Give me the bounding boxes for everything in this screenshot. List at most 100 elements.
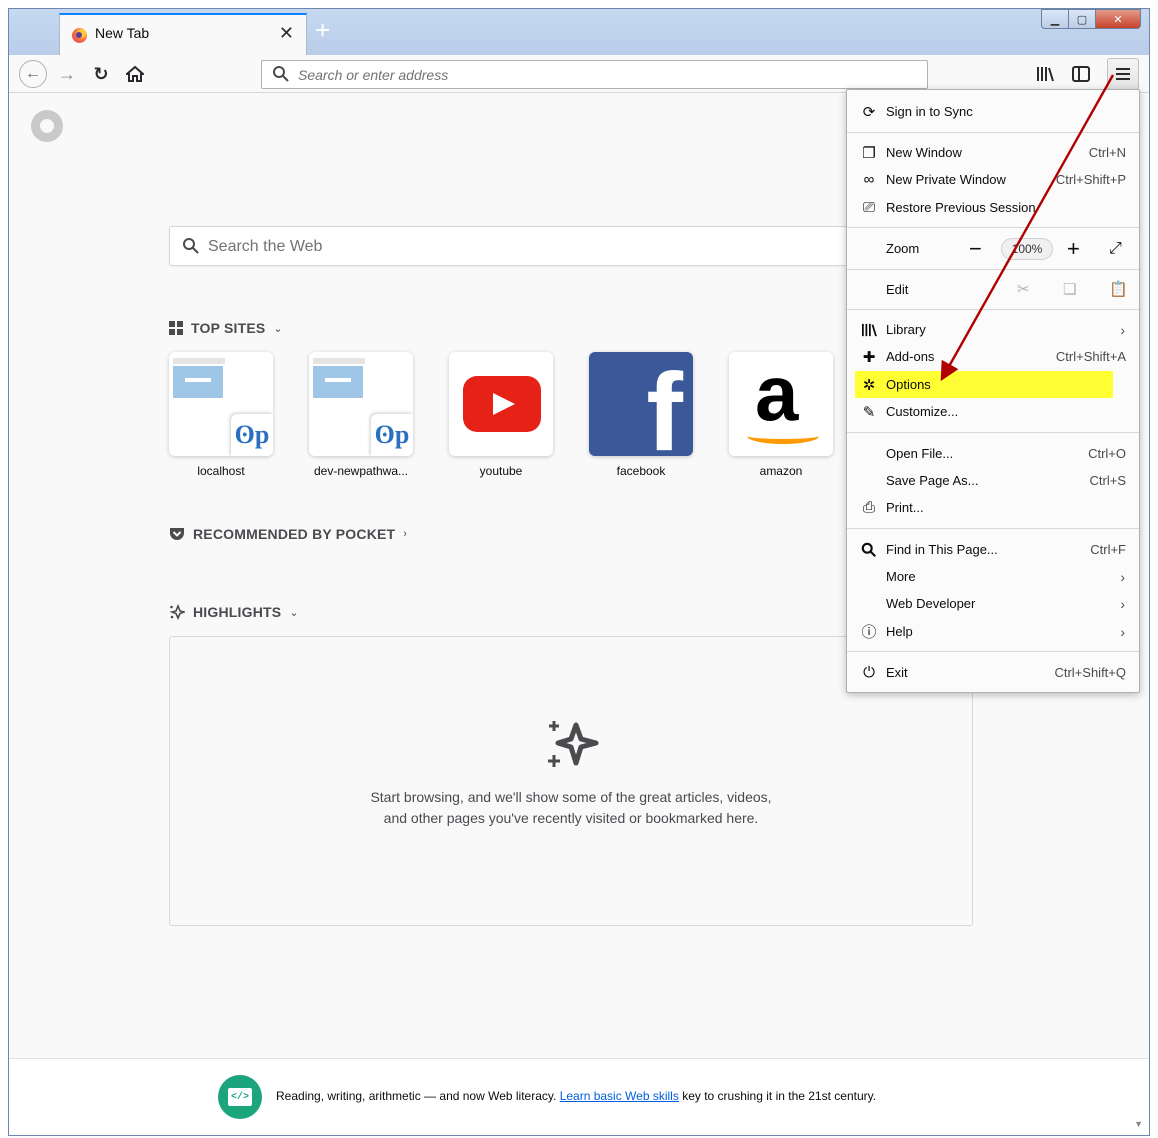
learn-web-skills-link[interactable]: Learn basic Web skills (560, 1089, 679, 1103)
open-menu-button[interactable] (1107, 58, 1139, 90)
top-site-tile[interactable]: a amazon (729, 352, 835, 478)
puzzle-piece-icon: ✚ (862, 348, 876, 366)
top-site-tile[interactable]: f facebook (589, 352, 695, 478)
facebook-logo-icon: f (589, 352, 693, 456)
top-site-label: dev-newpathwa... (313, 464, 409, 478)
menu-item-new-private-window[interactable]: ∞ New Private Window Ctrl+Shift+P (847, 166, 1139, 193)
tab-title: New Tab (95, 25, 150, 41)
navigation-toolbar: ← → ↻ (9, 55, 1149, 93)
printer-icon: ⎙ (862, 499, 875, 516)
chevron-right-icon: › (1120, 595, 1125, 612)
zoom-reset-button[interactable]: 100% (1001, 238, 1053, 260)
close-tab-icon[interactable]: ✕ (279, 23, 294, 44)
highlights-icon (169, 604, 185, 620)
menu-item-new-window[interactable]: ❐ New Window Ctrl+N (847, 139, 1139, 166)
highlights-label: HIGHLIGHTS (193, 604, 282, 620)
search-icon (273, 66, 289, 82)
menu-item-help[interactable]: ⓘ Help › (847, 618, 1139, 645)
back-button[interactable]: ← (19, 60, 47, 88)
vp-logo-icon: ʘp (231, 414, 273, 456)
top-site-tile[interactable]: ʘp dev-newpathwa... (309, 352, 415, 478)
zoom-in-button[interactable]: + (1067, 235, 1080, 262)
power-icon: ⏻ (863, 664, 875, 681)
top-site-label: facebook (616, 464, 666, 478)
tab-new-tab[interactable]: New Tab ✕ (59, 13, 307, 55)
chevron-down-icon: ⌄ (289, 606, 299, 619)
zoom-out-button[interactable]: − (969, 235, 982, 262)
library-icon (1037, 67, 1054, 82)
paintbrush-icon: ✎ (862, 403, 876, 421)
vp-logo-icon: ʘp (371, 414, 413, 456)
window-controls: ▁ ▢ ✕ (1041, 9, 1141, 29)
new-tab-button[interactable]: + (315, 15, 330, 45)
menu-separator (847, 309, 1139, 310)
app-menu-panel: ⟳ Sign in to Sync ❐ New Window Ctrl+N ∞ … (846, 89, 1140, 693)
menu-item-more[interactable]: More › (847, 563, 1139, 590)
sidebar-button[interactable] (1067, 60, 1095, 88)
top-site-tile[interactable]: ʘp localhost (169, 352, 275, 478)
forward-button[interactable]: → (53, 60, 81, 88)
copy-icon[interactable]: ❏ (1063, 280, 1076, 298)
menu-item-save-page[interactable]: Save Page As... Ctrl+S (847, 467, 1139, 494)
menu-separator (847, 269, 1139, 270)
highlights-empty-text: Start browsing, and we'll show some of t… (370, 789, 772, 826)
menu-separator (847, 227, 1139, 228)
snippet-bar: </> Reading, writing, arithmetic — and n… (9, 1058, 1149, 1135)
pocket-label: RECOMMENDED BY POCKET (193, 526, 396, 542)
chevron-down-icon: ⌄ (273, 322, 283, 335)
search-icon (859, 540, 879, 560)
web-search-input[interactable] (208, 236, 908, 258)
highlights-header[interactable]: HIGHLIGHTS ⌄ (169, 604, 299, 620)
menu-separator (847, 528, 1139, 529)
gear-icon: ✲ (862, 376, 876, 394)
menu-item-customize[interactable]: ✎ Customize... (847, 398, 1139, 425)
menu-item-open-file[interactable]: Open File... Ctrl+O (847, 440, 1139, 467)
chevron-right-icon: › (1120, 321, 1125, 338)
menu-item-find[interactable]: Find in This Page... Ctrl+F (847, 536, 1139, 563)
menu-item-print[interactable]: ⎙ Print... (847, 494, 1139, 521)
firefox-logo-icon (31, 110, 63, 142)
address-bar[interactable] (261, 60, 928, 89)
pocket-header[interactable]: RECOMMENDED BY POCKET › (169, 526, 407, 542)
menu-item-options[interactable]: ✲ Options (847, 371, 1139, 398)
maximize-button[interactable]: ▢ (1068, 9, 1096, 29)
menu-item-restore-session[interactable]: ⎚ Restore Previous Session (847, 194, 1139, 221)
menu-item-exit[interactable]: ⏻ Exit Ctrl+Shift+Q (847, 659, 1139, 686)
library-button[interactable] (1031, 60, 1059, 88)
menu-item-sign-in[interactable]: ⟳ Sign in to Sync (847, 98, 1139, 125)
cut-icon[interactable]: ✂ (1017, 280, 1030, 298)
grid-icon (169, 321, 183, 335)
chevron-right-icon: › (1120, 623, 1125, 640)
snippet-text: Reading, writing, arithmetic — and now W… (276, 1089, 877, 1103)
youtube-logo-icon (463, 376, 541, 432)
paste-icon[interactable]: 📋 (1109, 280, 1128, 298)
new-window-icon: ❐ (862, 144, 876, 162)
close-window-button[interactable]: ✕ (1095, 9, 1141, 29)
private-mask-icon: ∞ (863, 171, 875, 188)
menu-item-library[interactable]: Library › (847, 316, 1139, 343)
top-site-label: amazon (759, 464, 803, 478)
scroll-down-arrow-icon[interactable]: ▼ (1134, 1119, 1143, 1129)
reload-button[interactable]: ↻ (87, 60, 115, 88)
restore-session-icon: ⎚ (862, 199, 875, 216)
top-sites-header[interactable]: TOP SITES ⌄ (169, 320, 283, 336)
help-icon: ⓘ (861, 624, 877, 641)
menu-item-addons[interactable]: ✚ Add-ons Ctrl+Shift+A (847, 343, 1139, 370)
library-icon (859, 320, 879, 340)
sidebar-icon (1072, 66, 1090, 82)
minimize-button[interactable]: ▁ (1041, 9, 1069, 29)
address-input[interactable] (298, 65, 898, 85)
top-site-label: youtube (479, 464, 523, 478)
search-icon (183, 238, 199, 254)
firefox-icon (72, 28, 87, 43)
fullscreen-icon[interactable]: ⤢ (1109, 235, 1122, 262)
top-sites-label: TOP SITES (191, 320, 266, 336)
menu-item-web-developer[interactable]: Web Developer › (847, 590, 1139, 617)
home-button[interactable] (121, 60, 149, 88)
top-site-tile[interactable]: youtube (449, 352, 555, 478)
menu-separator (847, 651, 1139, 652)
menu-item-zoom: Zoom − 100% + ⤢ (886, 235, 1122, 262)
site-thumbnail (173, 358, 225, 398)
top-site-label: localhost (197, 464, 245, 478)
menu-separator (847, 432, 1139, 433)
